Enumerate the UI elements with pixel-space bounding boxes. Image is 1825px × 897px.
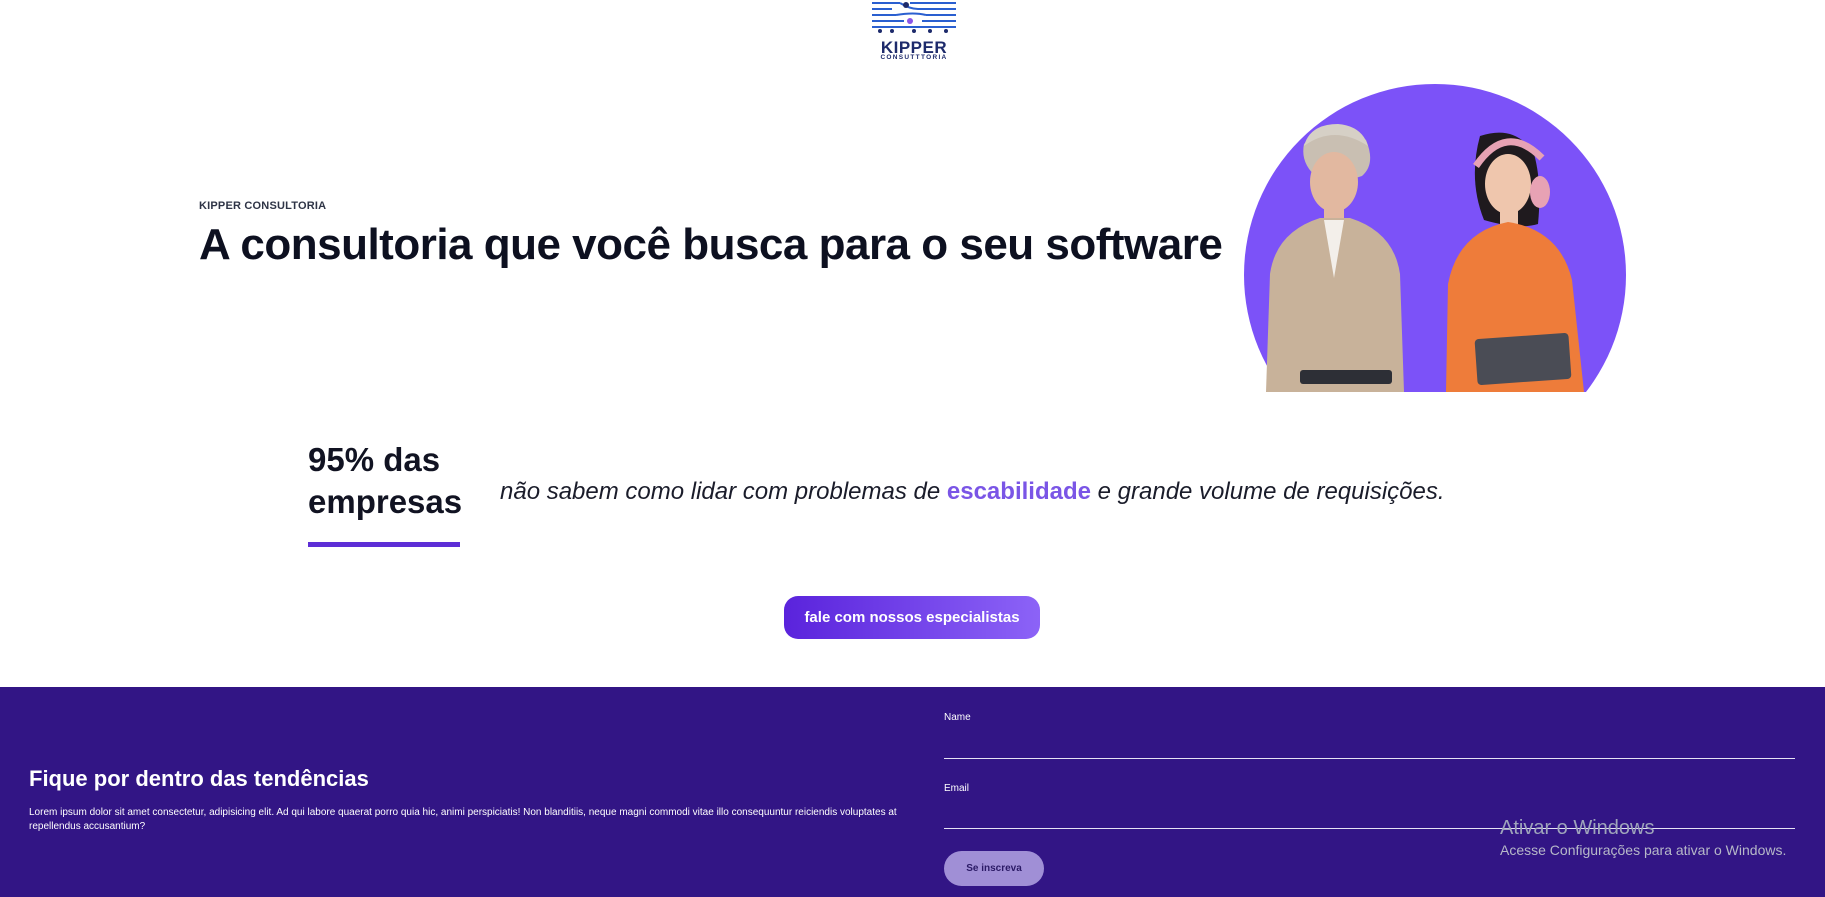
- name-input[interactable]: [944, 737, 1795, 759]
- newsletter-section: Fique por dentro das tendências Lorem ip…: [0, 687, 1825, 897]
- stat-underline: [308, 542, 460, 547]
- two-women-with-tablets-illustration: [1266, 124, 1584, 392]
- hero-title: A consultoria que você busca para o seu …: [199, 220, 1223, 269]
- windows-watermark-title: Ativar o Windows: [1500, 817, 1655, 839]
- stat-number-line2: empresas: [308, 483, 463, 520]
- windows-watermark-subtitle: Acesse Configurações para ativar o Windo…: [1500, 842, 1787, 858]
- brand-subtitle: CONSUTTTORIA: [880, 54, 948, 61]
- contact-specialists-button[interactable]: fale com nossos especialistas: [784, 596, 1040, 639]
- newsletter-title: Fique por dentro das tendências: [29, 766, 369, 791]
- stat-text-after: e grande volume de requisições.: [1090, 478, 1445, 505]
- hero-image: [1244, 84, 1626, 392]
- email-label: Email: [944, 783, 970, 794]
- stat-number-line1: 95% das: [308, 441, 441, 478]
- hero-eyebrow: KIPPER CONSULTORIA: [199, 200, 327, 212]
- newsletter-description: Lorem ipsum dolor sit amet consectetur, …: [29, 807, 897, 832]
- stat-number: 95% das empresas: [308, 439, 462, 523]
- email-input[interactable]: [944, 807, 1795, 829]
- stat-text-before: não sabem como lidar com problemas de: [500, 478, 947, 505]
- stat-highlight: escabilidade: [946, 478, 1091, 505]
- circuit-logo-icon: [872, 2, 956, 33]
- brand-logo[interactable]: KIPPER CONSUTTTORIA: [868, 0, 960, 64]
- name-label: Name: [944, 712, 971, 723]
- stat-description: não sabem como lidar com problemas de es…: [500, 478, 1445, 506]
- subscribe-button[interactable]: Se inscreva: [944, 851, 1044, 886]
